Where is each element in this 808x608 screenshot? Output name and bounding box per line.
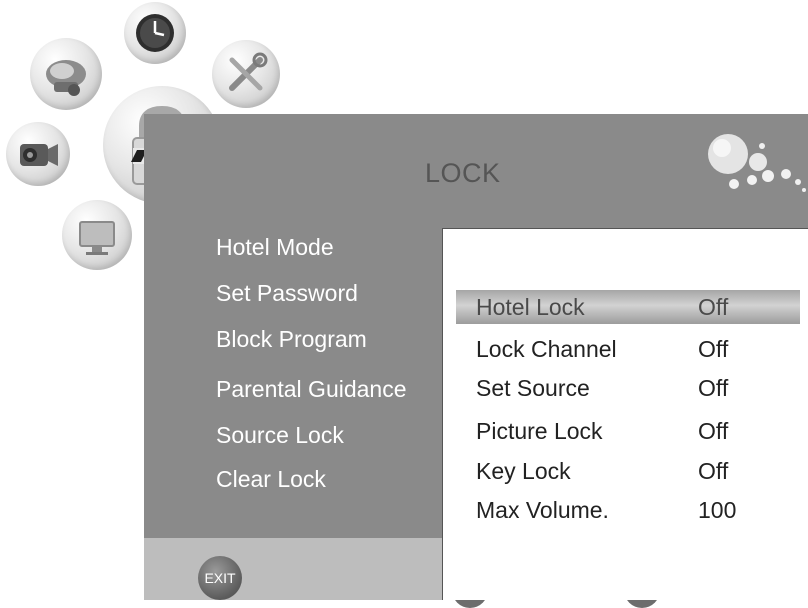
submenu-row-value: Off	[698, 375, 729, 401]
submenu-row-label: Lock Channel	[476, 336, 617, 362]
submenu-row-label: Picture Lock	[476, 418, 603, 444]
category-picture-bubble[interactable]	[30, 38, 102, 110]
menu-item-set-password[interactable]: Set Password	[216, 280, 358, 307]
submenu-row-label: Set Source	[476, 375, 590, 401]
clock-icon	[136, 14, 174, 52]
submenu-row-value: Off	[698, 336, 729, 362]
category-monitor-bubble[interactable]	[62, 200, 132, 270]
tools-icon	[229, 52, 268, 91]
category-camera-bubble[interactable]	[6, 122, 70, 186]
bubbles-decoration-icon	[708, 134, 806, 192]
menu-item-hotel-mode[interactable]: Hotel Mode	[216, 234, 334, 261]
submenu-row-value: 100	[698, 497, 737, 523]
picture-icon	[46, 60, 86, 96]
submenu-row-label: Hotel Lock	[476, 294, 585, 320]
submenu-row-value: Off	[698, 458, 729, 484]
monitor-icon	[79, 221, 115, 255]
submenu-row-label: Key Lock	[476, 458, 571, 484]
exit-button[interactable]: EXIT	[198, 556, 242, 600]
page-title: LOCK	[425, 158, 501, 188]
camera-icon	[20, 144, 58, 166]
submenu-row-value: Off	[698, 294, 729, 320]
hotel-mode-submenu	[442, 228, 808, 600]
category-clock-bubble[interactable]	[124, 2, 186, 64]
menu-item-parental-guidance[interactable]: Parental Guidance	[216, 376, 407, 403]
menu-item-block-program[interactable]: Block Program	[216, 326, 367, 353]
category-tools-bubble[interactable]	[212, 40, 280, 108]
menu-item-source-lock[interactable]: Source Lock	[216, 422, 344, 449]
submenu-row-label: Max Volume.	[476, 497, 609, 523]
menu-item-clear-lock[interactable]: Clear Lock	[216, 466, 326, 493]
submenu-row-value: Off	[698, 418, 729, 444]
